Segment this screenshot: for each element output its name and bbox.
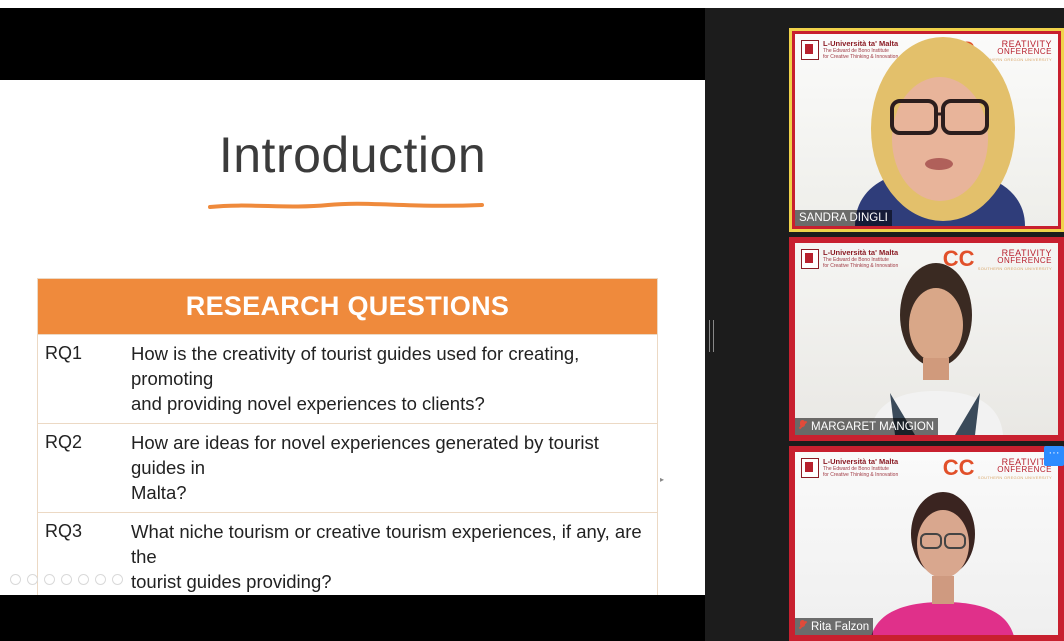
participant-name-tag: Rita Falzon bbox=[795, 618, 874, 635]
slides-icon[interactable] bbox=[44, 574, 55, 585]
question-line: How are ideas for novel experiences gene… bbox=[131, 432, 599, 478]
slideshow-controls[interactable] bbox=[10, 574, 123, 585]
subtitles-icon[interactable] bbox=[78, 574, 89, 585]
title-underline bbox=[208, 201, 484, 209]
participant-name-tag: MARGARET MANGION bbox=[795, 418, 939, 435]
row-question: What niche tourism or creative tourism e… bbox=[131, 519, 657, 594]
row-question: How are ideas for novel experiences gene… bbox=[131, 430, 657, 505]
slide-title: Introduction bbox=[218, 127, 487, 183]
pen-icon[interactable] bbox=[27, 574, 38, 585]
participant-avatar bbox=[870, 263, 1003, 435]
muted-microphone-icon bbox=[799, 620, 807, 631]
top-strip bbox=[0, 0, 1064, 8]
table-row: RQ1 How is the creativity of tourist gui… bbox=[38, 334, 657, 423]
question-line: tourist guides providing? bbox=[131, 571, 332, 592]
table-row: RQ2 How are ideas for novel experiences … bbox=[38, 423, 657, 512]
participant-video: L-Università ta' Malta The Edward de Bon… bbox=[795, 243, 1058, 435]
meeting-window: Introduction RESEARCH QUESTIONS RQ1 How … bbox=[0, 0, 1064, 641]
participant-video: L-Università ta' Malta The Edward de Bon… bbox=[795, 34, 1058, 226]
shared-screen-bottom-letterbox bbox=[0, 595, 705, 641]
previous-slide-icon[interactable] bbox=[10, 574, 21, 585]
research-questions-table: RESEARCH QUESTIONS RQ1 How is the creati… bbox=[37, 278, 658, 602]
shared-screen-top-letterbox bbox=[0, 8, 705, 80]
question-line: What niche tourism or creative tourism e… bbox=[131, 521, 642, 567]
table-row: RQ3 What niche tourism or creative touri… bbox=[38, 512, 657, 601]
row-id: RQ2 bbox=[45, 432, 83, 452]
more-options-icon[interactable] bbox=[112, 574, 123, 585]
participant-tile-margaret[interactable]: L-Università ta' Malta The Edward de Bon… bbox=[789, 237, 1064, 441]
mouse-pointer-icon: ▸ bbox=[660, 475, 665, 484]
shared-slide: Introduction RESEARCH QUESTIONS RQ1 How … bbox=[0, 80, 705, 602]
camera-icon[interactable] bbox=[95, 574, 106, 585]
row-question: How is the creativity of tourist guides … bbox=[131, 341, 657, 416]
muted-microphone-icon bbox=[799, 420, 807, 431]
participant-avatar bbox=[871, 492, 1014, 635]
question-line: and providing novel experiences to clien… bbox=[131, 393, 485, 414]
panel-resize-handle[interactable] bbox=[709, 320, 714, 352]
participant-tile-sandra[interactable]: L-Università ta' Malta The Edward de Bon… bbox=[789, 28, 1064, 232]
participant-avatar bbox=[855, 37, 1025, 226]
row-id: RQ1 bbox=[45, 343, 83, 363]
zoom-icon[interactable] bbox=[61, 574, 72, 585]
table-header: RESEARCH QUESTIONS bbox=[38, 279, 657, 334]
participant-name-tag: SANDRA DINGLI bbox=[795, 210, 892, 226]
more-options-button[interactable]: ··· bbox=[1044, 446, 1064, 466]
question-line: Malta? bbox=[131, 482, 187, 503]
question-line: How is the creativity of tourist guides … bbox=[131, 343, 580, 389]
participant-video: L-Università ta' Malta The Edward de Bon… bbox=[795, 452, 1058, 635]
participant-tile-rita[interactable]: L-Università ta' Malta The Edward de Bon… bbox=[789, 446, 1064, 641]
